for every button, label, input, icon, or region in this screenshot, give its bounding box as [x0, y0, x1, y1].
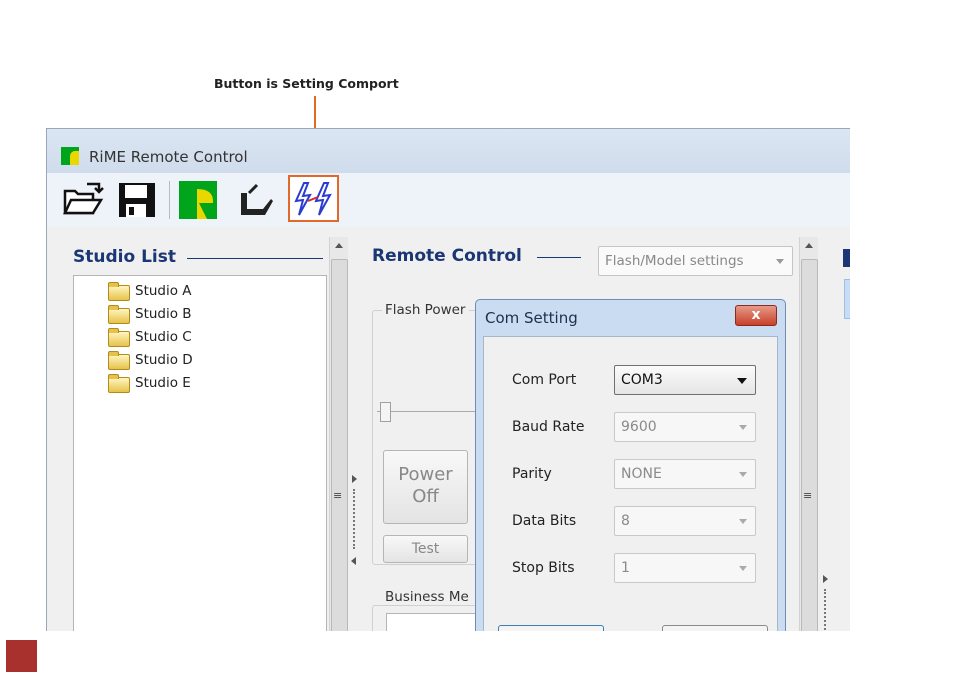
- splitter-grip: [824, 589, 828, 631]
- save-button[interactable]: [115, 179, 159, 221]
- chevron-down-icon: [739, 566, 747, 571]
- studio-button[interactable]: [177, 179, 221, 221]
- folder-icon: [108, 305, 130, 324]
- scroll-thumb[interactable]: [331, 259, 348, 631]
- com-port-label: Com Port: [512, 372, 577, 388]
- power-button-line1: Power: [398, 464, 453, 485]
- power-off-button[interactable]: Power Off: [383, 450, 468, 524]
- dialog-title: Com Setting: [485, 309, 578, 327]
- chevron-down-icon: [739, 472, 747, 477]
- splitter-left[interactable]: [349, 227, 359, 631]
- baud-rate-label: Baud Rate: [512, 419, 585, 435]
- business-input[interactable]: [386, 613, 478, 631]
- tree-item-label: Studio B: [135, 306, 192, 322]
- com-setting-icon: [294, 182, 332, 216]
- close-icon: x: [751, 307, 761, 323]
- remote-control-rule: [537, 257, 581, 258]
- scroll-up-icon[interactable]: [335, 243, 343, 248]
- open-button[interactable]: [61, 179, 105, 221]
- folder-icon: [108, 374, 130, 393]
- tree-item-label: Studio E: [135, 375, 191, 391]
- stop-bits-label: Stop Bits: [512, 560, 575, 576]
- chevron-down-icon: [739, 519, 747, 524]
- open-folder-icon: [63, 182, 104, 215]
- flash-light-icon: [241, 183, 273, 215]
- business-label: Business Me: [382, 589, 472, 605]
- cancel-button[interactable]: [662, 625, 768, 631]
- splitter-right[interactable]: [820, 227, 830, 631]
- data-bits-label: Data Bits: [512, 513, 577, 529]
- baud-rate-value: 9600: [621, 419, 657, 435]
- flash-power-label: Flash Power: [382, 302, 469, 318]
- mode-select[interactable]: Flash/Model settings: [598, 246, 793, 276]
- scroll-thumb[interactable]: [801, 259, 818, 631]
- remote-control-title: Remote Control: [372, 246, 522, 266]
- tree-item-label: Studio A: [135, 283, 192, 299]
- data-bits-select[interactable]: 8: [614, 506, 756, 536]
- com-setting-dialog: Com Setting x Com Port COM3 Baud Rate 96…: [475, 299, 786, 631]
- folder-icon: [108, 351, 130, 370]
- com-port-value: COM3: [621, 372, 663, 388]
- flash-button[interactable]: [231, 179, 275, 221]
- grip-icon: ≡: [333, 489, 343, 502]
- parity-value: NONE: [621, 466, 662, 482]
- baud-rate-select[interactable]: 9600: [614, 412, 756, 442]
- parity-label: Parity: [512, 466, 552, 482]
- annotation-label: Button is Setting Comport: [214, 76, 399, 91]
- studio-list-rule: [187, 258, 323, 259]
- parity-select[interactable]: NONE: [614, 459, 756, 489]
- power-button-line2: Off: [412, 486, 439, 507]
- studio-list-panel: Studio List Studio A Studio B Studio C S…: [47, 227, 329, 631]
- power-slider-thumb[interactable]: [380, 402, 391, 422]
- studio-tree[interactable]: Studio A Studio B Studio C Studio D Stud…: [73, 275, 327, 631]
- toolbar-separator: [169, 181, 170, 219]
- chevron-down-icon: [776, 259, 784, 264]
- save-disk-icon: [119, 183, 155, 217]
- scroll-up-icon[interactable]: [805, 243, 813, 248]
- studio-list-scrollbar[interactable]: ≡: [329, 237, 348, 631]
- flash-power-group: [372, 310, 484, 565]
- stop-bits-select[interactable]: 1: [614, 553, 756, 583]
- remote-control-scrollbar[interactable]: ≡: [799, 237, 818, 631]
- window-title: RiME Remote Control: [89, 148, 248, 166]
- mode-select-value: Flash/Model settings: [605, 253, 744, 269]
- chevron-down-icon: [739, 425, 747, 430]
- test-button[interactable]: Test: [383, 535, 468, 563]
- splitter-grip: [353, 489, 357, 549]
- com-setting-button[interactable]: [288, 175, 339, 222]
- studio-list-title: Studio List: [73, 247, 176, 267]
- chevron-down-icon: [737, 378, 747, 384]
- ok-button[interactable]: [498, 625, 604, 631]
- data-bits-value: 8: [621, 513, 630, 529]
- close-button[interactable]: x: [735, 305, 777, 326]
- next-panel-title-fragment: [843, 249, 850, 267]
- power-slider-track[interactable]: [377, 411, 477, 412]
- tree-item-label: Studio C: [135, 329, 192, 345]
- expand-left-icon[interactable]: [351, 557, 356, 565]
- folder-icon: [108, 328, 130, 347]
- tree-item-label: Studio D: [135, 352, 193, 368]
- dialog-body: Com Port COM3 Baud Rate 9600 Parity NONE…: [483, 336, 778, 631]
- title-bar: RiME Remote Control: [47, 129, 850, 173]
- next-panel-selection: [844, 279, 850, 319]
- app-window: RiME Remote Control Studio List Studio A…: [46, 128, 850, 631]
- toolbar: [47, 173, 850, 227]
- grip-icon: ≡: [803, 489, 813, 502]
- rime-logo-icon: [61, 147, 79, 165]
- expand-right-icon[interactable]: [352, 475, 357, 483]
- studio-logo-icon: [179, 181, 217, 219]
- page-marker: [6, 640, 37, 672]
- stop-bits-value: 1: [621, 560, 630, 576]
- expand-right-icon[interactable]: [823, 575, 828, 583]
- com-port-select[interactable]: COM3: [614, 365, 756, 395]
- folder-icon: [108, 282, 130, 301]
